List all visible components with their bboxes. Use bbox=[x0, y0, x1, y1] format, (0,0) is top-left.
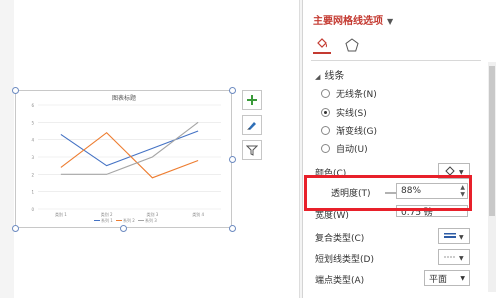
plus-icon bbox=[247, 95, 257, 105]
resize-handle[interactable] bbox=[229, 87, 236, 94]
y-tick-label: 5 bbox=[31, 120, 34, 125]
chart-filters-button[interactable] bbox=[242, 140, 262, 160]
radio-selected-icon bbox=[321, 108, 330, 117]
dash-dropdown[interactable]: ▼ bbox=[438, 249, 470, 265]
compound-lines-icon: ▼ bbox=[444, 233, 464, 241]
chart-elements-button[interactable] bbox=[242, 90, 262, 110]
compound-dropdown[interactable]: ▼ bbox=[438, 228, 470, 244]
chart-y-ticks: 6 5 4 3 2 1 0 bbox=[31, 103, 34, 212]
legend-label: 系列 2 bbox=[123, 217, 135, 223]
x-tick-label: 类别 3 bbox=[146, 211, 158, 217]
collapse-triangle-icon: ◢ bbox=[315, 73, 321, 81]
svg-text:▼: ▼ bbox=[459, 234, 464, 241]
chart-legend: 系列 1 系列 2 系列 3 bbox=[94, 217, 157, 223]
y-tick-label: 3 bbox=[31, 155, 34, 160]
pentagon-icon bbox=[345, 38, 359, 52]
chart-frame[interactable]: 图表标题 6543210 类别 1 类别 2 类别 3 类别 4 系列 1 系列 2 系列… bbox=[15, 90, 232, 228]
resize-handle[interactable] bbox=[120, 225, 127, 232]
brush-icon bbox=[247, 122, 256, 130]
pane-title-text: 主要网格线选项 bbox=[313, 16, 383, 27]
cap-value: 平面 bbox=[429, 274, 448, 285]
resize-handle[interactable] bbox=[229, 225, 236, 232]
y-tick-label: 6 bbox=[31, 103, 34, 108]
dash-row: 短划线类型(D) bbox=[315, 252, 395, 265]
slide-margin bbox=[0, 0, 14, 298]
scroll-thumb[interactable] bbox=[489, 66, 495, 216]
x-tick-label: 类别 4 bbox=[192, 211, 204, 217]
resize-handle[interactable] bbox=[229, 156, 236, 163]
radio-icon bbox=[321, 144, 330, 153]
compound-row: 复合类型(C) bbox=[315, 231, 395, 244]
legend-label: 系列 1 bbox=[101, 217, 113, 223]
series-line bbox=[60, 130, 199, 167]
pane-scrollbar[interactable] bbox=[488, 62, 496, 292]
cap-label: 端点类型(A) bbox=[315, 276, 365, 286]
resize-handle[interactable] bbox=[12, 87, 19, 94]
tab-fill-line[interactable] bbox=[313, 36, 331, 54]
filter-icon bbox=[246, 145, 258, 156]
chart-x-ticks: 类别 1 类别 2 类别 3 类别 4 bbox=[55, 211, 205, 217]
x-tick-label: 类别 1 bbox=[55, 211, 67, 217]
section-title: 线条 bbox=[324, 71, 345, 82]
tab-effects[interactable] bbox=[343, 36, 361, 54]
radio-no-line[interactable]: 无线条(N) bbox=[321, 87, 377, 100]
radio-label: 渐变线(G) bbox=[336, 127, 377, 137]
highlight-box bbox=[304, 175, 472, 211]
radio-label: 实线(S) bbox=[336, 109, 367, 119]
slide-area: 图表标题 6543210 类别 1 类别 2 类别 3 类别 4 系列 1 系列 2 系列… bbox=[0, 0, 300, 298]
radio-icon bbox=[321, 89, 330, 98]
cap-row: 端点类型(A) bbox=[315, 273, 395, 286]
radio-icon bbox=[321, 126, 330, 135]
chart-styles-button[interactable] bbox=[242, 115, 262, 135]
radio-label: 无线条(N) bbox=[336, 90, 377, 100]
slide-canvas: 图表标题 6543210 类别 1 类别 2 类别 3 类别 4 系列 1 系列 2 系列… bbox=[0, 0, 300, 298]
chart-title: 图表标题 bbox=[112, 94, 136, 102]
radio-automatic[interactable]: 自动(U) bbox=[321, 142, 368, 155]
radio-solid-line[interactable]: 实线(S) bbox=[321, 106, 367, 119]
compound-label: 复合类型(C) bbox=[315, 234, 365, 244]
dash-lines-icon: ▼ bbox=[444, 255, 464, 262]
y-tick-label: 2 bbox=[31, 172, 34, 177]
resize-handle[interactable] bbox=[12, 225, 19, 232]
dash-label: 短划线类型(D) bbox=[315, 255, 374, 265]
y-tick-label: 0 bbox=[31, 207, 34, 212]
cap-dropdown[interactable]: 平面 ▼ bbox=[424, 270, 470, 286]
pane-divider bbox=[311, 60, 481, 61]
svg-text:▼: ▼ bbox=[459, 255, 464, 262]
chevron-down-icon: ▼ bbox=[387, 17, 394, 26]
radio-label: 自动(U) bbox=[336, 145, 368, 155]
chart-series bbox=[60, 121, 199, 179]
x-tick-label: 类别 2 bbox=[101, 211, 113, 217]
radio-gradient-line[interactable]: 渐变线(G) bbox=[321, 124, 377, 137]
pane-tabs bbox=[313, 36, 361, 54]
line-chart: 图表标题 6543210 类别 1 类别 2 类别 3 类别 4 系列 1 系列 2 系列… bbox=[31, 94, 221, 223]
y-tick-label: 4 bbox=[31, 138, 34, 143]
format-pane: 主要网格线选项 ▼ ◢ 线条 无线条(N) 实线(S) 渐变线(G) 自动(U) 颜… bbox=[302, 0, 500, 298]
y-tick-label: 1 bbox=[31, 190, 34, 195]
pane-title[interactable]: 主要网格线选项 ▼ bbox=[313, 12, 393, 27]
chevron-down-icon: ▼ bbox=[460, 274, 465, 282]
section-line-header[interactable]: ◢ 线条 bbox=[315, 67, 344, 82]
paint-bucket-icon bbox=[317, 38, 327, 48]
legend-label: 系列 3 bbox=[145, 217, 157, 223]
